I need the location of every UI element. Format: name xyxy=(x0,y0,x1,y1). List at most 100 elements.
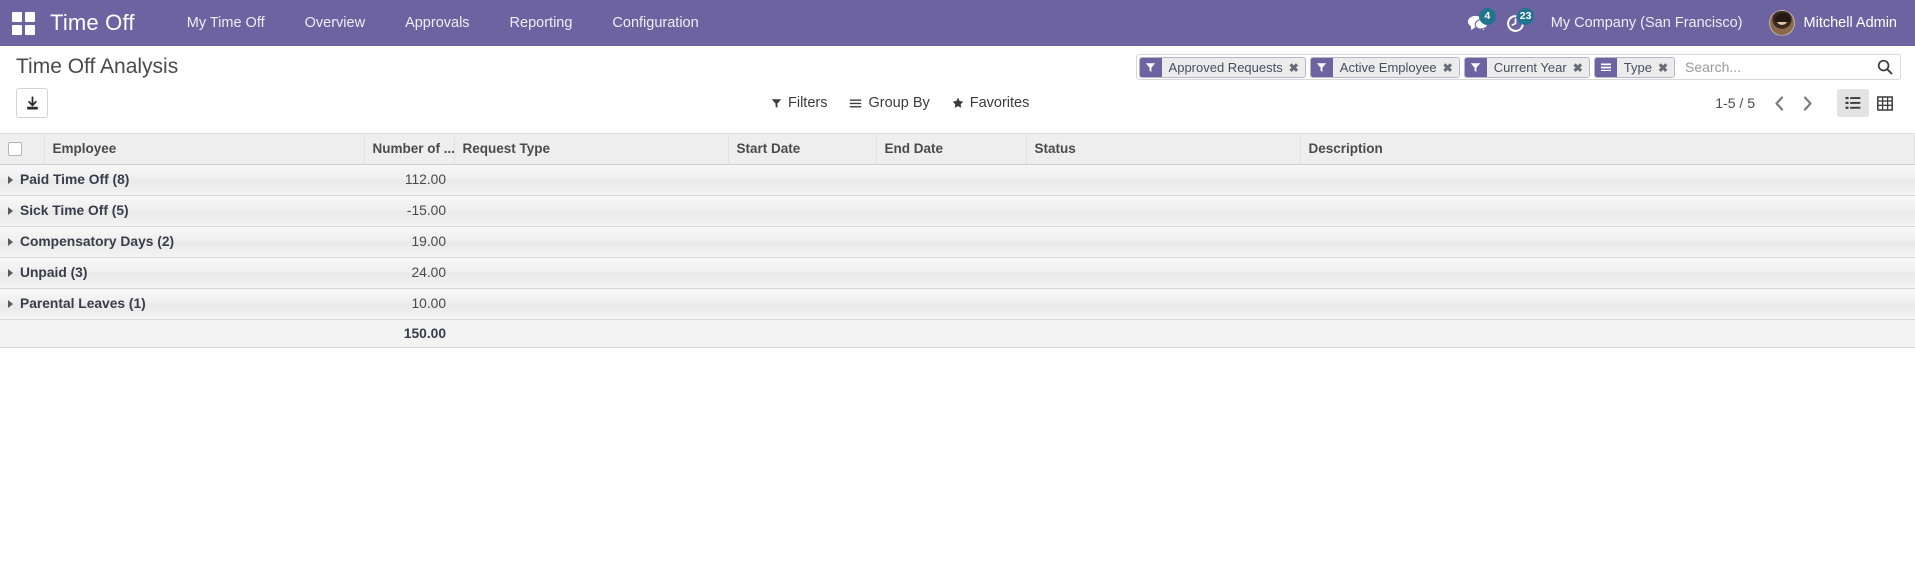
column-header-description[interactable]: Description xyxy=(1300,134,1915,165)
group-label: Sick Time Off (5) xyxy=(20,203,129,218)
facet-label: Current Year xyxy=(1486,58,1572,77)
download-button[interactable] xyxy=(16,88,48,118)
column-header-employee[interactable]: Employee xyxy=(44,134,365,165)
search-box[interactable]: Approved Requests ✖ Active Employee ✖ Cu… xyxy=(1135,54,1901,80)
activity-counter-badge: 23 xyxy=(1516,8,1535,25)
menu-item-approvals[interactable]: Approvals xyxy=(385,0,489,46)
list-view: Employee Number of ... Request Type Star… xyxy=(0,134,1915,348)
close-x-icon[interactable]: ✖ xyxy=(1441,58,1459,77)
table-row[interactable]: Sick Time Off (5) -15.00 xyxy=(0,194,1915,227)
checkbox-unchecked[interactable] xyxy=(8,142,22,157)
chevron-right-icon[interactable] xyxy=(8,300,13,309)
clock-activity-icon[interactable]: 23 xyxy=(1497,0,1535,46)
select-all-cell xyxy=(0,134,45,165)
group-value-cell: -15.00 xyxy=(364,194,454,227)
search-facet-active-employee[interactable]: Active Employee ✖ xyxy=(1309,57,1460,78)
chevron-right-icon[interactable] xyxy=(1793,90,1821,116)
company-switcher[interactable]: My Company (San Francisco) xyxy=(1535,15,1759,31)
table-row[interactable]: Paid Time Off (8) 112.00 xyxy=(0,163,1915,196)
search-input[interactable] xyxy=(1679,57,1872,77)
menu-item-reporting[interactable]: Reporting xyxy=(490,0,593,46)
group-label-cell[interactable]: Parental Leaves (1) xyxy=(0,287,364,320)
table-header-row: Employee Number of ... Request Type Star… xyxy=(0,134,1915,165)
pivot-view-icon[interactable] xyxy=(1869,89,1901,117)
menu-item-my-time-off[interactable]: My Time Off xyxy=(167,0,285,46)
group-label: Compensatory Days (2) xyxy=(20,234,175,249)
tools-row: Filters Group By Favorites 1-5 / 5 xyxy=(761,89,1901,117)
apps-grid-square xyxy=(24,11,35,22)
favorites-dropdown[interactable]: Favorites xyxy=(942,92,1042,114)
pager-group: 1-5 / 5 xyxy=(1715,89,1901,117)
search-facet-current-year[interactable]: Current Year ✖ xyxy=(1463,57,1590,78)
group-label-cell[interactable]: Sick Time Off (5) xyxy=(0,194,364,227)
table-total-row: 150.00 xyxy=(0,318,1915,348)
star-icon xyxy=(952,97,964,109)
group-by-bars-icon xyxy=(1594,58,1617,77)
chevron-right-icon[interactable] xyxy=(8,269,13,278)
search-icon[interactable] xyxy=(1872,57,1898,77)
filters-label: Filters xyxy=(788,95,828,111)
chevron-right-icon[interactable] xyxy=(8,176,13,185)
close-x-icon[interactable]: ✖ xyxy=(1287,58,1305,77)
group-by-dropdown[interactable]: Group By xyxy=(839,92,941,114)
group-label: Paid Time Off (8) xyxy=(20,172,130,187)
messages-counter-badge: 4 xyxy=(1478,8,1496,25)
download-icon xyxy=(26,95,38,109)
column-header-request-type[interactable]: Request Type xyxy=(454,134,729,165)
search-row: Approved Requests ✖ Active Employee ✖ Cu… xyxy=(761,54,1901,80)
filter-funnel-icon xyxy=(1139,58,1162,77)
apps-grid-square xyxy=(11,11,22,22)
search-dropdowns: Filters Group By Favorites xyxy=(761,92,1041,114)
close-x-icon[interactable]: ✖ xyxy=(1571,58,1589,77)
apps-grid-square xyxy=(11,24,22,35)
messages-icon[interactable]: 4 xyxy=(1459,0,1497,46)
group-by-label: Group By xyxy=(868,95,930,111)
group-empty-cell xyxy=(454,163,1915,196)
search-facet-type[interactable]: Type ✖ xyxy=(1593,57,1675,78)
total-label-cell xyxy=(0,318,364,348)
main-menu: My Time Off Overview Approvals Reporting… xyxy=(167,0,719,46)
list-view-icon[interactable] xyxy=(1837,89,1869,117)
menu-item-overview[interactable]: Overview xyxy=(285,0,385,46)
filter-funnel-icon xyxy=(1310,58,1333,77)
table-row[interactable]: Unpaid (3) 24.00 xyxy=(0,256,1915,289)
table-row[interactable]: Compensatory Days (2) 19.00 xyxy=(0,225,1915,258)
filters-dropdown[interactable]: Filters xyxy=(761,92,839,114)
control-panel: Time Off Analysis Approved Requests ✖ Ac… xyxy=(0,46,1915,134)
page-title: Time Off Analysis xyxy=(16,55,179,78)
chevron-left-icon[interactable] xyxy=(1765,90,1793,116)
user-name-label: Mitchell Admin xyxy=(1803,15,1897,31)
filter-funnel-icon xyxy=(771,98,782,109)
table-row[interactable]: Parental Leaves (1) 10.00 xyxy=(0,287,1915,320)
group-label: Parental Leaves (1) xyxy=(20,296,146,311)
apps-grid-icon[interactable] xyxy=(10,10,36,36)
chevron-right-icon[interactable] xyxy=(8,207,13,216)
group-label: Unpaid (3) xyxy=(20,265,88,280)
menu-item-configuration[interactable]: Configuration xyxy=(592,0,718,46)
time-off-analysis-table: Employee Number of ... Request Type Star… xyxy=(0,134,1915,348)
user-menu[interactable]: Mitchell Admin xyxy=(1759,10,1901,36)
group-empty-cell xyxy=(454,256,1915,289)
group-label-cell[interactable]: Unpaid (3) xyxy=(0,256,364,289)
group-by-hamburger-icon xyxy=(849,98,862,109)
view-switcher xyxy=(1837,89,1901,117)
facet-label: Approved Requests xyxy=(1161,58,1288,77)
group-label-cell[interactable]: Compensatory Days (2) xyxy=(0,225,364,258)
control-panel-left: Time Off Analysis xyxy=(16,52,178,118)
apps-grid-square xyxy=(24,24,35,35)
group-value-cell: 24.00 xyxy=(364,256,454,289)
chevron-right-icon[interactable] xyxy=(8,238,13,247)
column-header-start-date[interactable]: Start Date xyxy=(728,134,877,165)
column-header-status[interactable]: Status xyxy=(1026,134,1301,165)
search-facet-approved-requests[interactable]: Approved Requests ✖ xyxy=(1138,57,1306,78)
close-x-icon[interactable]: ✖ xyxy=(1656,58,1674,77)
control-panel-right: Approved Requests ✖ Active Employee ✖ Cu… xyxy=(761,54,1901,117)
column-header-number-of-days[interactable]: Number of ... xyxy=(364,134,455,165)
facet-label: Type xyxy=(1616,58,1657,77)
group-empty-cell xyxy=(454,194,1915,227)
column-header-end-date[interactable]: End Date xyxy=(876,134,1027,165)
navbar-right-area: 4 23 My Company (San Francisco) Mitchell… xyxy=(1459,0,1901,46)
group-value-cell: 112.00 xyxy=(364,163,454,196)
app-brand-title[interactable]: Time Off xyxy=(46,10,145,36)
group-label-cell[interactable]: Paid Time Off (8) xyxy=(0,163,364,196)
